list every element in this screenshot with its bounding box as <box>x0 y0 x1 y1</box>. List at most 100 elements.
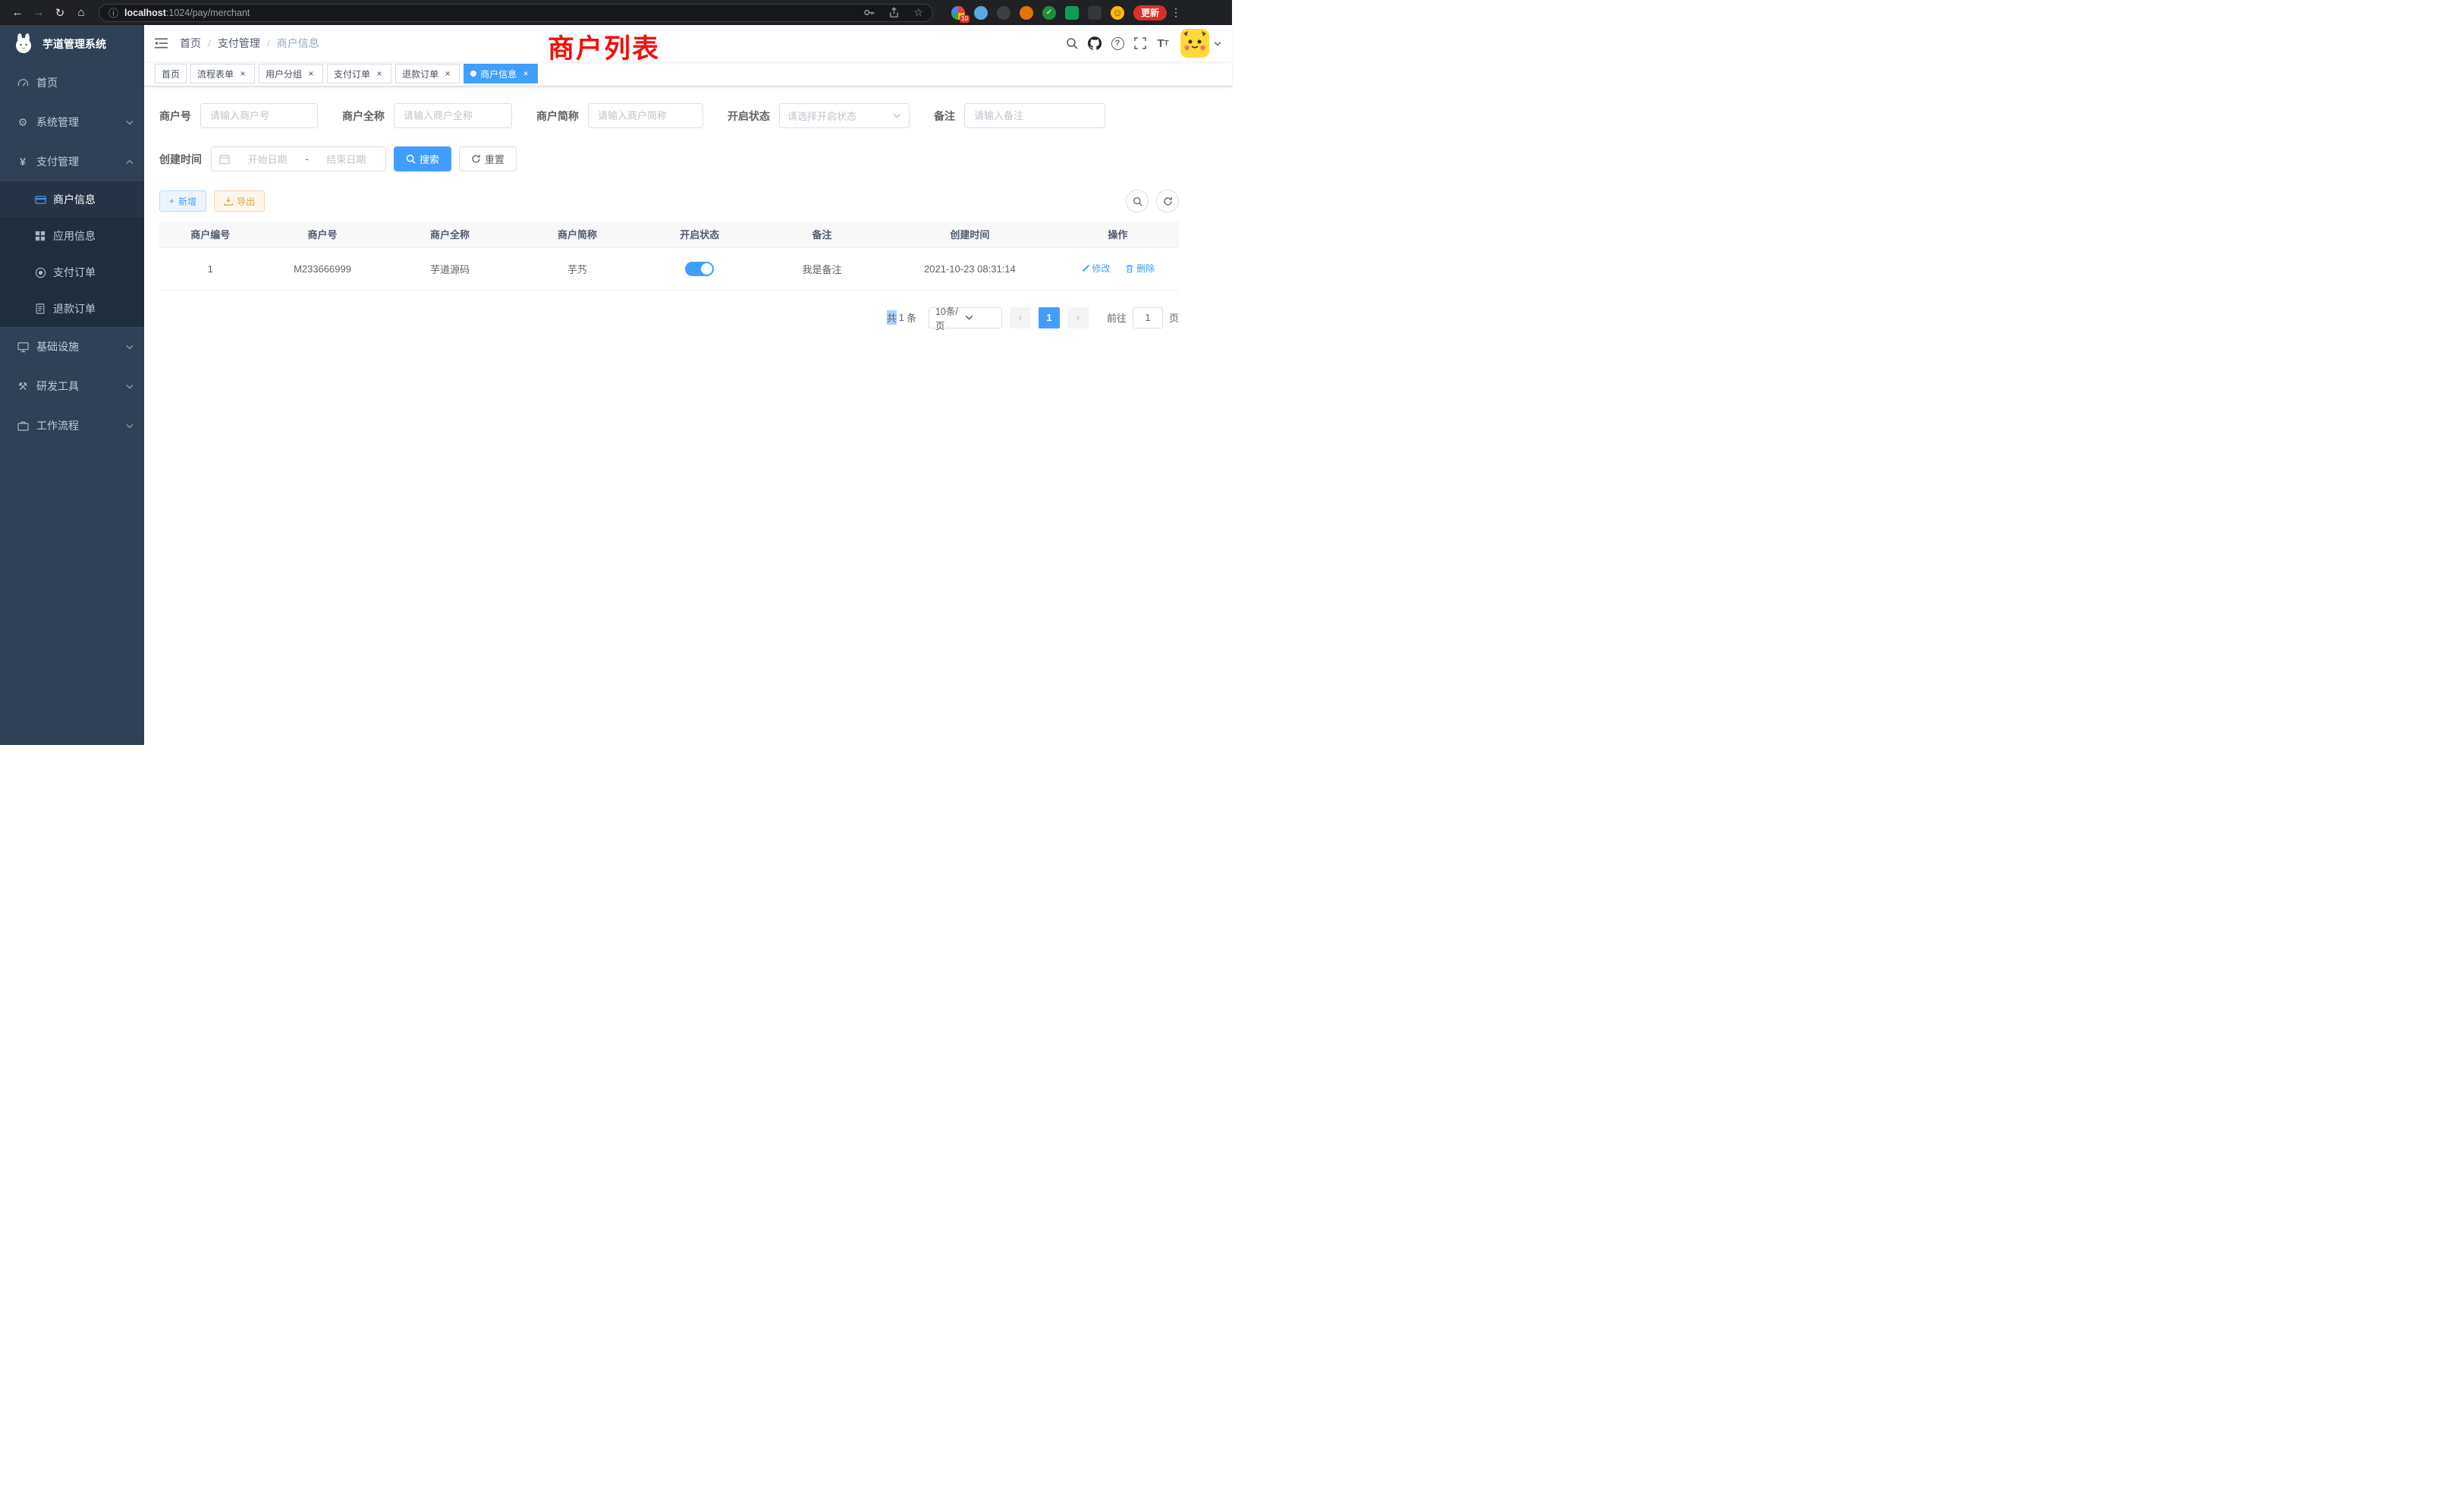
add-button-label: 新增 <box>178 195 196 208</box>
page-size-select[interactable]: 10条/页 <box>929 307 1002 328</box>
delete-link[interactable]: 删除 <box>1125 262 1155 275</box>
sidebar-item-label: 支付管理 <box>36 154 126 169</box>
sidebar-item-label: 基础设施 <box>36 339 126 354</box>
question-icon: ? <box>1111 37 1124 50</box>
table-row: 1 M233666999 芋道源码 芋艿 我是备注 2021-10-23 08:… <box>159 247 1179 290</box>
github-icon[interactable] <box>1083 32 1106 55</box>
field-merchant-no: 商户号 <box>159 103 318 128</box>
extension-green-square-icon[interactable] <box>1065 6 1079 20</box>
breadcrumb-home[interactable]: 首页 <box>180 36 201 51</box>
merchant-full-name-input[interactable] <box>394 103 512 128</box>
pagination-total: 共 1 条 <box>887 310 916 325</box>
browser-reload-icon[interactable]: ↻ <box>50 6 70 20</box>
browser-back-icon[interactable]: ← <box>8 6 27 19</box>
edit-link[interactable]: 修改 <box>1081 262 1111 275</box>
prev-page-button[interactable]: ‹ <box>1010 307 1031 328</box>
close-icon[interactable]: × <box>237 68 248 79</box>
add-button[interactable]: + 新增 <box>159 190 206 212</box>
extension-dark-icon[interactable] <box>997 6 1010 20</box>
document-icon <box>33 303 47 314</box>
toggle-search-button[interactable] <box>1126 190 1149 212</box>
browser-toolbar: ← → ↻ ⌂ ⓘ localhost:1024/pay/merchant ☆ … <box>0 0 1232 25</box>
browser-home-icon[interactable]: ⌂ <box>71 6 91 19</box>
close-icon[interactable]: × <box>442 68 453 79</box>
user-avatar[interactable] <box>1180 29 1209 58</box>
field-label: 商户号 <box>159 108 191 124</box>
chevron-down-icon <box>126 384 134 389</box>
goto-page-input[interactable] <box>1133 307 1163 328</box>
font-size-icon[interactable]: TT <box>1152 32 1174 55</box>
refresh-button[interactable] <box>1156 190 1179 212</box>
merchant-short-name-input[interactable] <box>588 103 703 128</box>
sidebar-item-dev-tools[interactable]: ⚒ 研发工具 <box>0 366 144 406</box>
merchant-no-input[interactable] <box>200 103 318 128</box>
search-icon[interactable] <box>1061 32 1083 55</box>
extension-green-check-icon[interactable]: ✓ <box>1042 6 1056 20</box>
toggle-knob <box>701 263 712 275</box>
page-unit-label: 页 <box>1169 310 1179 325</box>
sidebar-item-label: 应用信息 <box>53 228 96 244</box>
share-icon[interactable] <box>888 7 900 18</box>
close-icon[interactable]: × <box>306 68 316 79</box>
close-icon[interactable]: × <box>520 68 531 79</box>
close-icon[interactable]: × <box>374 68 385 79</box>
breadcrumb-payment[interactable]: 支付管理 <box>218 36 260 51</box>
help-icon[interactable]: ? <box>1106 32 1129 55</box>
app-logo[interactable]: 芋道管理系统 <box>0 25 144 63</box>
date-range-picker[interactable]: 开始日期 - 结束日期 <box>211 146 386 171</box>
column-header: 商户号 <box>261 222 383 247</box>
tag-label: 商户信息 <box>480 68 517 80</box>
sidebar-item-refund-order[interactable]: 退款订单 <box>0 291 144 327</box>
sidebar-item-system[interactable]: ⚙ 系统管理 <box>0 102 144 142</box>
chevron-down-icon <box>965 315 995 320</box>
browser-update-button[interactable]: 更新 <box>1133 5 1167 20</box>
sidebar-item-payment[interactable]: ¥ 支付管理 <box>0 142 144 181</box>
hamburger-icon[interactable] <box>155 38 168 49</box>
extension-pin-icon[interactable] <box>1088 6 1102 20</box>
status-toggle[interactable] <box>685 262 714 276</box>
tag-process-form[interactable]: 流程表单 × <box>190 64 255 83</box>
browser-menu-icon[interactable]: ⋮ <box>1168 6 1183 19</box>
breadcrumb: 首页 / 支付管理 / 商户信息 <box>180 36 319 51</box>
status-select[interactable]: 请选择开启状态 <box>779 103 910 128</box>
sidebar-item-workflow[interactable]: 工作流程 <box>0 406 144 445</box>
remark-input[interactable] <box>964 103 1105 128</box>
browser-forward-icon[interactable]: → <box>29 6 49 19</box>
reset-button[interactable]: 重置 <box>459 146 517 171</box>
column-header: 商户简称 <box>516 222 638 247</box>
total-count: 1 <box>899 312 904 323</box>
next-page-button[interactable]: › <box>1067 307 1089 328</box>
extension-blue-icon[interactable] <box>974 6 988 20</box>
tag-merchant-info[interactable]: 商户信息 × <box>464 64 538 83</box>
hammer-icon: ⚒ <box>15 380 30 393</box>
bookmark-star-icon[interactable]: ☆ <box>913 6 923 19</box>
field-merchant-full-name: 商户全称 <box>342 103 512 128</box>
date-separator: - <box>305 153 308 165</box>
site-info-icon[interactable]: ⓘ <box>108 5 118 20</box>
user-menu[interactable] <box>1180 29 1221 58</box>
url-path: :1024/pay/merchant <box>166 8 250 18</box>
cell-full-name: 芋道源码 <box>384 247 517 290</box>
address-bar[interactable]: ⓘ localhost:1024/pay/merchant ☆ <box>99 4 933 22</box>
sidebar-item-pay-order[interactable]: 支付订单 <box>0 254 144 291</box>
tag-pay-order[interactable]: 支付订单 × <box>327 64 391 83</box>
sidebar-item-infrastructure[interactable]: 基础设施 <box>0 327 144 366</box>
chevron-down-icon <box>126 344 134 350</box>
extension-colorful-icon[interactable]: 10 <box>951 6 965 20</box>
password-key-icon[interactable] <box>863 7 875 18</box>
sidebar-item-merchant-info[interactable]: 商户信息 <box>0 181 144 218</box>
extensions-area: 10 ✓ ☺ <box>951 6 1124 20</box>
profile-avatar[interactable]: ☺ <box>1111 6 1124 20</box>
fullscreen-icon[interactable] <box>1129 32 1152 55</box>
export-button[interactable]: 导出 <box>214 190 265 212</box>
extension-orange-icon[interactable] <box>1020 6 1033 20</box>
sidebar-item-home[interactable]: 首页 <box>0 63 144 102</box>
tag-refund-order[interactable]: 退款订单 × <box>395 64 460 83</box>
search-button[interactable]: 搜索 <box>394 146 451 171</box>
url-text: localhost:1024/pay/merchant <box>124 8 850 18</box>
page-1-button[interactable]: 1 <box>1039 307 1060 328</box>
total-suffix: 条 <box>907 310 916 325</box>
sidebar-item-app-info[interactable]: 应用信息 <box>0 218 144 254</box>
tag-home[interactable]: 首页 <box>155 64 187 83</box>
tag-user-group[interactable]: 用户分组 × <box>259 64 323 83</box>
